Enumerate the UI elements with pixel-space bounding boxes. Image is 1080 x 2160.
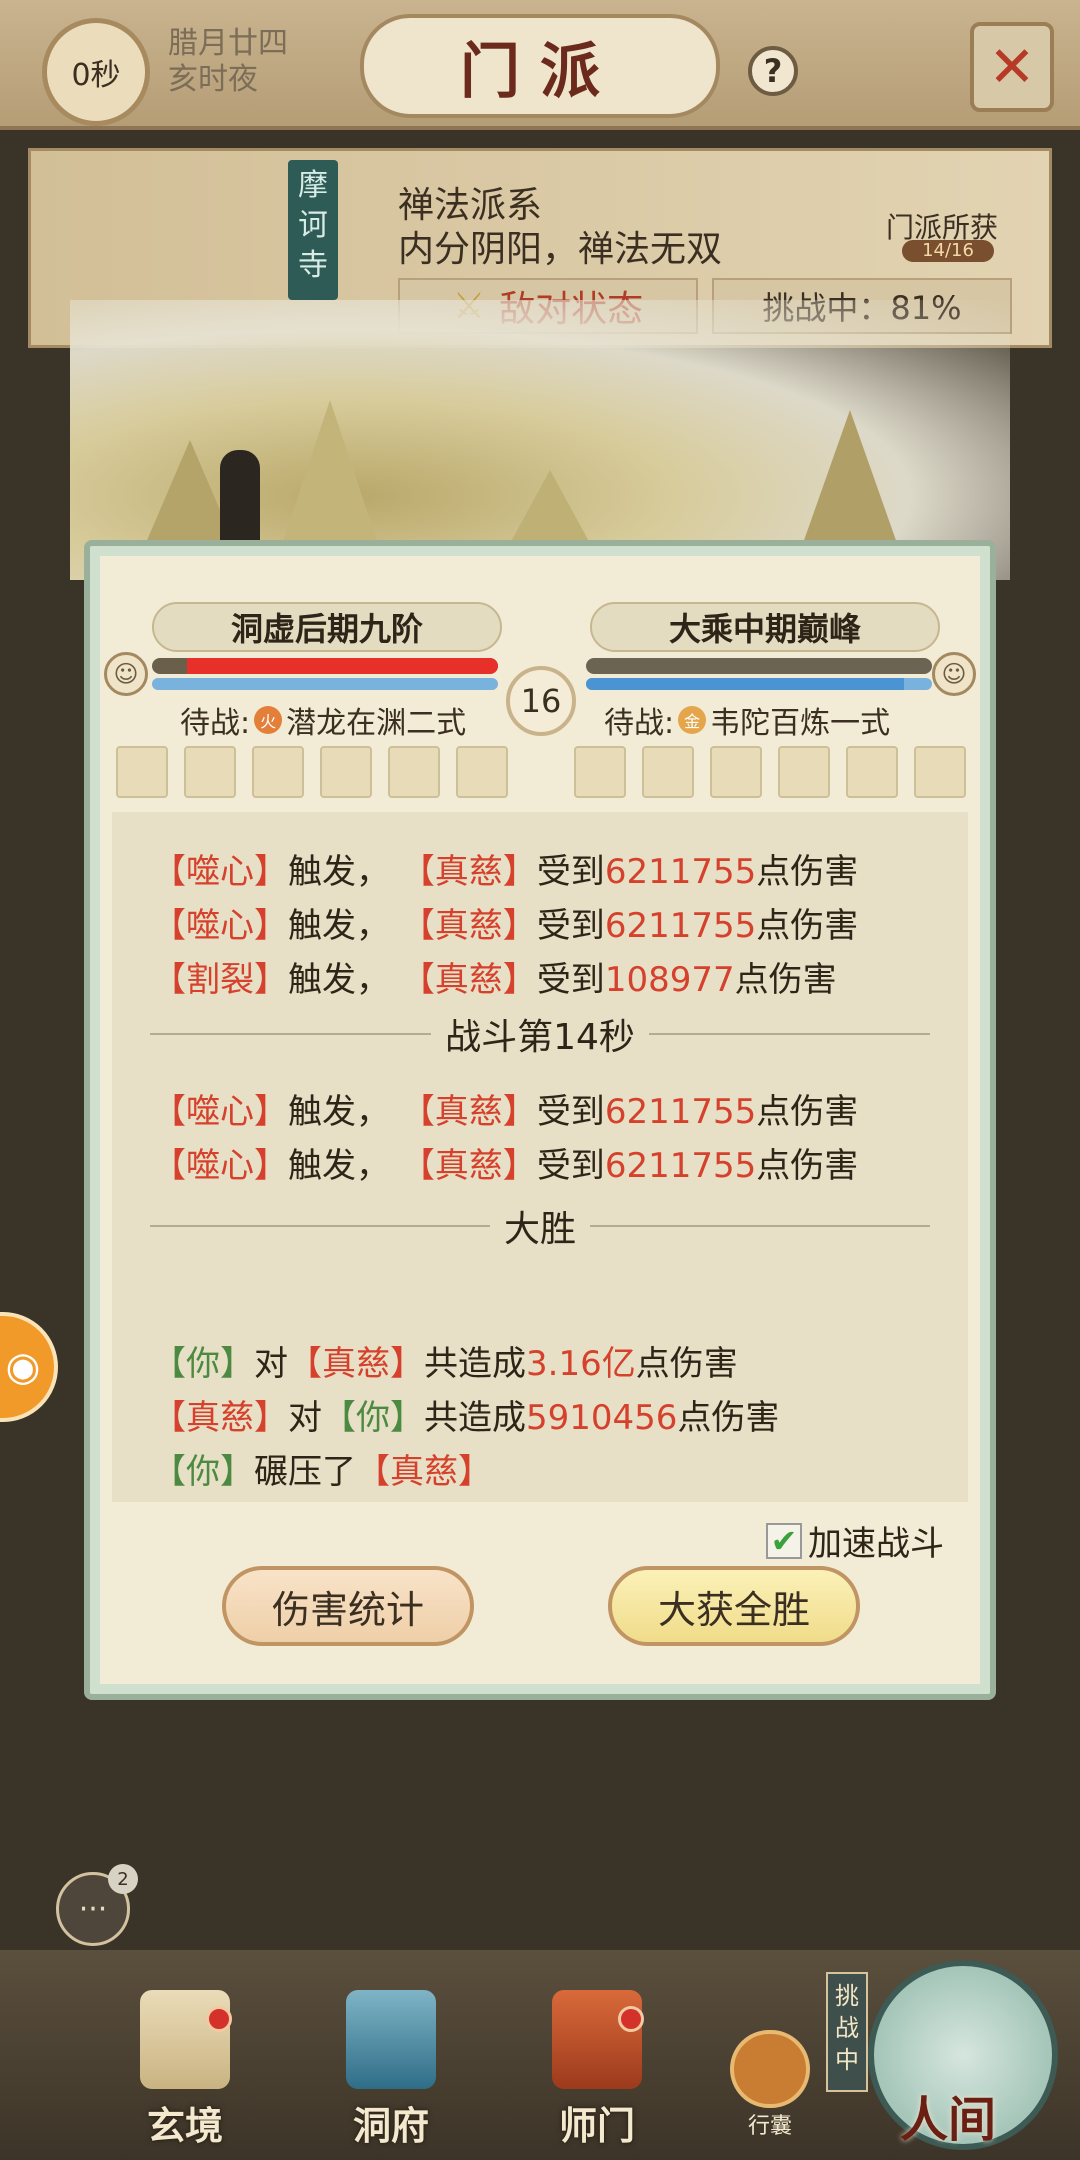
enemy-hp-bar — [586, 658, 932, 674]
battle-log[interactable]: 【噬心】触发， 【真慈】受到6211755点伤害 【噬心】触发， 【真慈】受到6… — [112, 812, 968, 1502]
sect-gains-count: 14/16 — [902, 240, 994, 262]
help-icon[interactable]: ? — [748, 46, 798, 96]
log-row: 【噬心】触发， 【真慈】受到6211755点伤害 — [152, 1146, 859, 1186]
speedup-toggle[interactable]: ✔ 加速战斗 — [766, 1516, 944, 1565]
nav-label: 师门 — [558, 2103, 635, 2148]
enemy-buff-slot[interactable] — [574, 746, 626, 798]
enemy-avatar-icon[interactable]: ☺ — [932, 652, 976, 696]
wait-label: 待战: — [180, 706, 251, 741]
nav-item-shimen[interactable]: 师门 — [522, 1990, 672, 2150]
chat-unread-badge: 2 — [108, 1864, 138, 1894]
notification-dot — [618, 2006, 644, 2032]
nav-label: 玄境 — [146, 2103, 223, 2148]
pavilion-icon — [346, 1990, 436, 2089]
banner-icon — [552, 1990, 642, 2089]
nav-label: 洞府 — [352, 2103, 429, 2148]
player-buff-slot[interactable] — [456, 746, 508, 798]
page-title: 门派 — [360, 14, 720, 118]
bag-label: 行囊 — [747, 2114, 792, 2139]
enemy-hp-fill — [586, 658, 932, 674]
summary-row: 【你】对【真慈】共造成3.16亿点伤害 — [152, 1344, 738, 1384]
log-row: 【噬心】触发， 【真慈】受到6211755点伤害 — [152, 1092, 859, 1132]
checkbox-checked-icon[interactable]: ✔ — [766, 1522, 802, 1560]
speedup-label: 加速战斗 — [808, 1524, 944, 1564]
gamepad-icon[interactable]: ◉ — [0, 1312, 58, 1422]
player-hp-bar — [152, 658, 498, 674]
player-mp-bar — [152, 678, 498, 690]
log-row: 【噬心】触发， 【真慈】受到6211755点伤害 — [152, 906, 859, 946]
enemy-buff-slot[interactable] — [642, 746, 694, 798]
player-skill-name: 潜龙在渊二式 — [286, 706, 467, 741]
player-hp-fill — [186, 658, 498, 674]
enemy-mp-fill — [586, 678, 905, 690]
summary-row: 【你】碾压了【真慈】 — [152, 1452, 492, 1492]
lunar-date: 腊月廿四 — [168, 26, 288, 61]
player-buff-slot[interactable] — [388, 746, 440, 798]
player-buff-slot[interactable] — [252, 746, 304, 798]
scroll-icon — [140, 1990, 230, 2089]
nav-item-world-label[interactable]: 人间 — [900, 2080, 996, 2150]
enemy-buff-slot[interactable] — [846, 746, 898, 798]
sect-name-banner: 摩诃寺 — [288, 160, 338, 300]
round-counter: 16 — [506, 666, 576, 736]
enemy-realm: 大乘中期巅峰 — [590, 602, 940, 652]
enemy-mp-bar — [586, 678, 932, 690]
bag-icon — [730, 2030, 810, 2108]
player-realm: 洞虚后期九阶 — [152, 602, 502, 652]
enemy-buff-slot[interactable] — [778, 746, 830, 798]
player-buff-slot[interactable] — [320, 746, 372, 798]
lunar-calendar: 腊月廿四 亥时夜 — [168, 26, 288, 98]
challenge-tag: 挑战中 — [826, 1972, 868, 2092]
victory-button[interactable]: 大获全胜 — [608, 1566, 860, 1646]
summary-row: 【真慈】对【你】共造成5910456点伤害 — [152, 1398, 780, 1438]
log-row: 【噬心】触发， 【真慈】受到6211755点伤害 — [152, 852, 859, 892]
lunar-time: 亥时夜 — [168, 62, 258, 97]
log-divider-second-14: 战斗第14秒 — [136, 1014, 944, 1058]
battle-scenery — [70, 300, 1010, 580]
enemy-buff-slot[interactable] — [914, 746, 966, 798]
close-icon[interactable]: ✕ — [970, 22, 1054, 112]
enemy-skill-name: 韦陀百炼一式 — [710, 706, 891, 741]
sect-description: 内分阴阳，禅法无双 — [398, 229, 723, 270]
log-row: 【割裂】触发， 【真慈】受到108977点伤害 — [152, 960, 837, 1000]
log-divider-victory: 大胜 — [136, 1206, 944, 1250]
enemy-next-skill: 待战: 金 韦陀百炼一式 — [604, 698, 890, 742]
battle-timer: 0秒 — [42, 18, 150, 126]
enemy-buff-slot[interactable] — [710, 746, 762, 798]
nav-item-bag[interactable]: 行囊 — [720, 2030, 820, 2140]
damage-stats-button[interactable]: 伤害统计 — [222, 1566, 474, 1646]
player-buff-slot[interactable] — [184, 746, 236, 798]
nav-item-xuanjing[interactable]: 玄境 — [110, 1990, 260, 2150]
nav-item-dongfu[interactable]: 洞府 — [316, 1990, 466, 2150]
fire-element-icon: 火 — [254, 706, 283, 734]
player-next-skill: 待战: 火 潜龙在渊二式 — [180, 698, 466, 742]
metal-element-icon: 金 — [678, 706, 707, 734]
player-buff-slot[interactable] — [116, 746, 168, 798]
notification-dot — [206, 2006, 232, 2032]
wait-label: 待战: — [604, 706, 675, 741]
player-avatar-icon[interactable]: ☺ — [104, 652, 148, 696]
